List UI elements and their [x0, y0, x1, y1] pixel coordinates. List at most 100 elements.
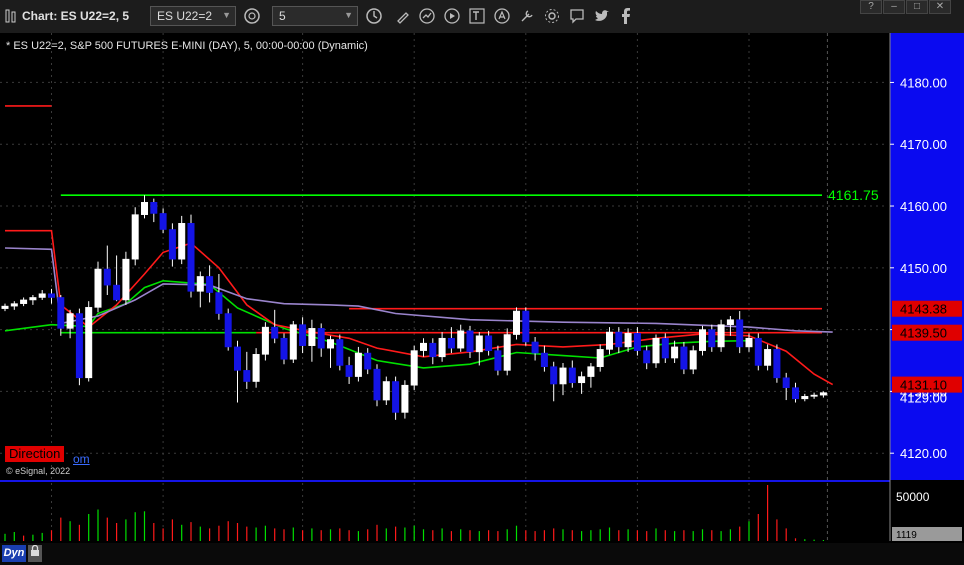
close-button[interactable]: ✕ — [929, 0, 951, 14]
alert-icon[interactable] — [493, 6, 511, 26]
candle-body — [494, 350, 502, 371]
trend-icon[interactable] — [418, 6, 436, 26]
candle-body — [308, 328, 316, 346]
symbol-value: ES U22=2 — [157, 9, 213, 23]
direction-link-text[interactable]: om — [73, 452, 90, 466]
candle-body — [159, 213, 167, 230]
candle-body — [764, 349, 772, 366]
candle — [75, 308, 83, 386]
candle — [187, 214, 195, 298]
candle-body — [643, 350, 651, 364]
bottom-bar — [0, 543, 964, 565]
candle-body — [745, 337, 753, 348]
candle-body — [671, 346, 679, 359]
candle-body — [122, 258, 130, 301]
candle-body — [20, 299, 28, 304]
candle-body — [782, 377, 790, 388]
candle-body — [299, 324, 307, 346]
candle — [773, 344, 781, 383]
price-tick-label: 4120.00 — [900, 446, 947, 461]
price-chart[interactable]: 4180.004170.004160.004150.004140.004130.… — [0, 33, 964, 543]
help-button[interactable]: ? — [860, 0, 882, 14]
candle-body — [615, 331, 623, 348]
candle-body — [810, 394, 818, 397]
dynamic-toggle-button[interactable]: Dyn — [2, 545, 26, 562]
candle-body — [215, 292, 223, 314]
candle-body — [261, 326, 269, 355]
facebook-icon[interactable] — [618, 6, 634, 26]
title-bar: Chart: ES U22=2, 5 ES U22=2 ▼ 5 ▼ ? – □ … — [0, 0, 964, 34]
interval-input[interactable]: 5 ▼ — [272, 6, 358, 26]
candle-body — [503, 334, 511, 371]
candle — [410, 345, 418, 391]
candle-body — [587, 366, 595, 377]
chart-background — [0, 33, 890, 543]
copyright-text: © eSignal, 2022 — [6, 466, 71, 476]
price-tick-label: 4180.00 — [900, 75, 947, 90]
candle-body — [289, 324, 297, 360]
candle-body — [438, 337, 446, 358]
symbol-search-icon[interactable] — [242, 6, 262, 26]
clock-icon[interactable] — [364, 6, 384, 26]
candle-body — [457, 330, 465, 349]
candle-body — [401, 384, 409, 413]
price-label-text: 4139.50 — [900, 326, 947, 341]
text-icon[interactable] — [468, 6, 486, 26]
tools-icon[interactable] — [518, 6, 536, 26]
candle — [717, 319, 725, 352]
candle-body — [568, 367, 576, 384]
candle-body — [75, 313, 83, 379]
candle-body — [178, 223, 186, 260]
candle — [680, 341, 688, 375]
candle-body — [206, 276, 214, 293]
candle-body — [141, 202, 149, 215]
candle-body — [243, 370, 251, 382]
candle-body — [234, 346, 242, 371]
candle-body — [196, 276, 204, 292]
candle-body — [801, 396, 809, 400]
window-title: Chart: ES U22=2, 5 — [22, 9, 130, 23]
candle-body — [345, 365, 353, 377]
chevron-down-icon: ▼ — [222, 10, 231, 20]
candle-body — [85, 307, 93, 379]
candle-body — [326, 339, 334, 349]
candle-body — [475, 335, 483, 353]
minimize-button[interactable]: – — [883, 0, 905, 14]
pencil-icon[interactable] — [394, 6, 412, 26]
candle-body — [38, 293, 46, 298]
settings-icon[interactable] — [543, 6, 561, 26]
candle — [503, 328, 511, 376]
candle-body — [113, 284, 121, 301]
comment-icon[interactable] — [568, 6, 586, 26]
candle-body — [382, 381, 390, 401]
symbol-input[interactable]: ES U22=2 ▼ — [150, 6, 236, 26]
candle-body — [531, 341, 539, 354]
maximize-button[interactable]: □ — [906, 0, 928, 14]
candle-body — [66, 313, 74, 329]
candle-body — [94, 268, 102, 308]
twitter-icon[interactable] — [592, 6, 612, 26]
interval-value: 5 — [279, 9, 286, 23]
level-label: 4161.75 — [828, 187, 879, 203]
lock-icon[interactable] — [28, 544, 42, 562]
candle-body — [150, 202, 158, 214]
play-icon[interactable] — [443, 6, 461, 26]
price-label-text: 4143.38 — [900, 302, 947, 317]
candle-body — [187, 223, 195, 292]
candle-body — [559, 367, 567, 385]
candle — [512, 307, 520, 340]
candle-body — [773, 349, 781, 379]
candle-body — [252, 354, 260, 382]
candle-body — [540, 352, 548, 367]
candle-body — [624, 333, 632, 348]
candle-body — [10, 303, 18, 307]
candle — [224, 308, 232, 351]
price-tick-label: 4170.00 — [900, 137, 947, 152]
candle — [85, 301, 93, 382]
direction-badge[interactable]: Direction — [5, 446, 65, 462]
candle-body — [791, 387, 799, 400]
candle — [336, 334, 344, 371]
series-label: * ES U22=2, S&P 500 FUTURES E-MINI (DAY)… — [6, 40, 368, 52]
candle-body — [364, 352, 372, 370]
candle-body — [512, 310, 520, 335]
